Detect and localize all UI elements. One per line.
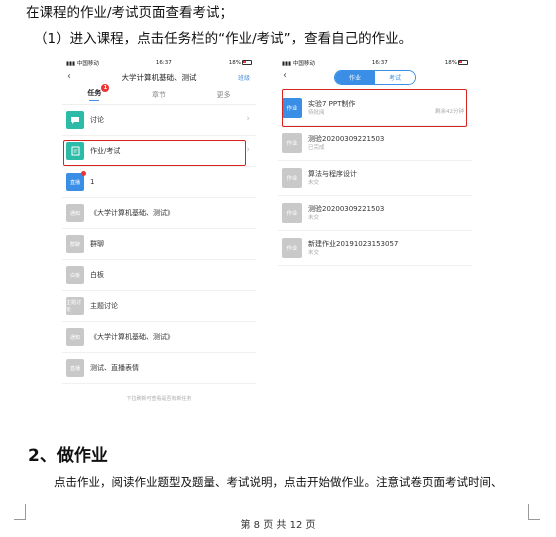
back-chevron-icon[interactable]: ‹ (283, 70, 287, 81)
chevron-right-icon: › (246, 114, 250, 124)
signal-icon: ▮▮▮ (282, 60, 292, 67)
homework-item[interactable]: 作业 新建作业20191023153057 未交 (278, 231, 472, 266)
step1-text: （1）进入课程，点击任务栏的“作业/考试”，查看自己的作业。 (34, 31, 413, 47)
task-badge: 1 (101, 84, 110, 92)
status-bar: ▮▮▮ 中国移动 16:37 18% (278, 56, 472, 69)
homework-exam-toggle: 作业 考试 (333, 69, 417, 85)
course-title: 大学计算机基础、测试 (121, 72, 197, 82)
homework-icon: 作业 (282, 203, 302, 223)
class-link[interactable]: 班级 (238, 73, 250, 82)
notice-icon: 通知 (66, 204, 84, 222)
list-item-whiteboard[interactable]: 白板 白板 (62, 260, 256, 291)
unread-dot (81, 171, 86, 176)
course-screenshot: ▮▮▮ 中国移动 16:37 18% ‹ 大学计算机基础、测试 班级 任务 1 章… (62, 56, 256, 412)
highlight-box (63, 140, 246, 166)
tab-tasks[interactable]: 任务 1 (87, 84, 110, 101)
list-item-live-2[interactable]: 直播 测试、直播表情 (62, 353, 256, 384)
battery-text: 18% (444, 59, 457, 66)
list-item-notice-2[interactable]: 通知 《大学计算机基础、测试》 (62, 322, 256, 353)
course-tabs: 任务 1 章节 更多 (62, 84, 256, 105)
battery-icon (457, 59, 468, 65)
status-time: 16:37 (155, 59, 172, 66)
notice-icon: 通知 (66, 328, 84, 346)
nav-bar: ‹ 大学计算机基础、测试 班级 (62, 69, 256, 85)
list-item-notice[interactable]: 通知 《大学计算机基础、测试》 (62, 198, 256, 229)
list-item-topic[interactable]: 主题讨论 主题讨论 (62, 291, 256, 322)
segment-bar: ‹ 作业 考试 (278, 69, 472, 85)
homework-icon: 作业 (282, 168, 302, 188)
homework-item[interactable]: 作业 测验20200309221503 未交 (278, 196, 472, 231)
highlight-box (282, 89, 467, 127)
topic-icon: 主题讨论 (66, 297, 84, 315)
battery-text: 18% (228, 59, 241, 66)
refresh-hint: 下拉刷新可查看是否有新任务 (126, 396, 192, 402)
homework-icon: 作业 (282, 133, 302, 153)
tab-chapters[interactable]: 章节 (152, 90, 166, 100)
tab-more[interactable]: 更多 (217, 90, 231, 100)
battery-icon (241, 59, 252, 65)
homework-screenshot: ▮▮▮ 中国移动 16:37 18% ‹ 作业 考试 作业 实验7 PPT制作 … (278, 56, 472, 266)
back-chevron-icon[interactable]: ‹ (67, 71, 71, 82)
page-number: 第 8 页 共 12 页 (240, 520, 316, 531)
homework-icon: 作业 (282, 238, 302, 258)
homework-item[interactable]: 作业 算法与程序设计 未交 (278, 161, 472, 196)
signal-icon: ▮▮▮ (66, 60, 76, 67)
body-paragraph: 点击作业，阅读作业题型及题量、考试说明，点击开始做作业。注意试卷页面考试时间、 (54, 475, 503, 489)
segment-exam[interactable]: 考试 (375, 70, 416, 84)
live-icon: 直播 (66, 359, 84, 377)
group-chat-icon: 群聊 (66, 235, 84, 253)
segment-homework[interactable]: 作业 (334, 70, 375, 84)
chevron-right-icon: › (246, 145, 250, 155)
intro-text: 在课程的作业/考试页面查看考试； (26, 5, 234, 21)
chat-bubble-icon (66, 111, 84, 129)
list-item-group-chat[interactable]: 群聊 群聊 (62, 229, 256, 260)
section-heading: 2、做作业 (28, 446, 108, 466)
status-bar: ▮▮▮ 中国移动 16:37 18% (62, 56, 256, 69)
list-item-discussion[interactable]: 讨论 › (62, 105, 256, 136)
list-item-live[interactable]: 直播 1 (62, 167, 256, 198)
homework-item[interactable]: 作业 测验20200309221503 已完成 (278, 126, 472, 161)
whiteboard-icon: 白板 (66, 266, 84, 284)
status-time: 16:37 (371, 59, 388, 66)
